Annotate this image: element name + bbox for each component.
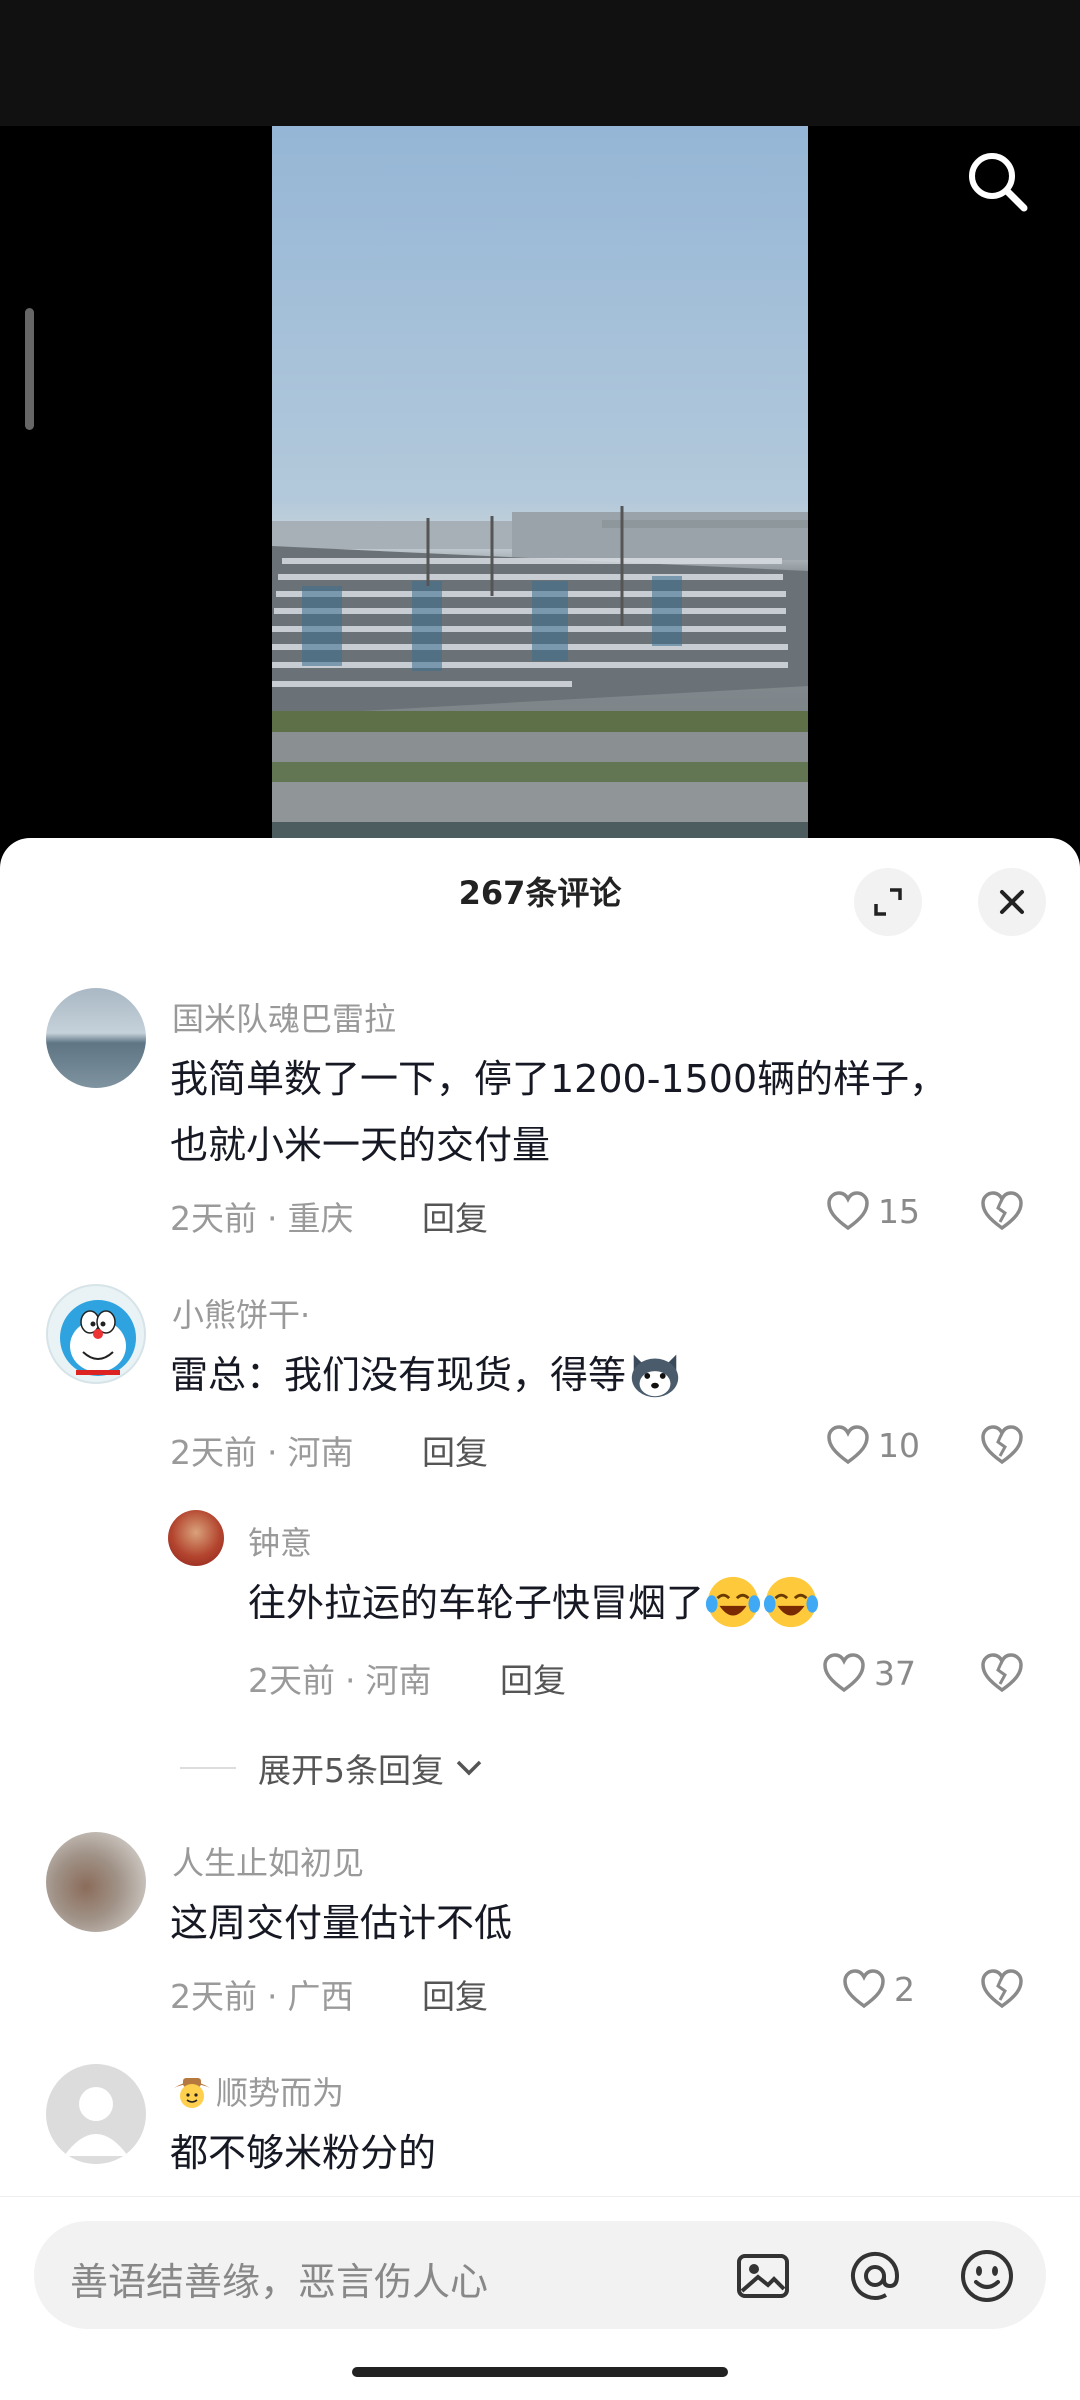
- broken-heart-icon: [981, 1191, 1023, 1231]
- search-button[interactable]: [962, 146, 1032, 216]
- expand-icon: [874, 888, 902, 916]
- like-button[interactable]: 10: [826, 1424, 920, 1466]
- comment-meta: 2天前 · 河南: [170, 1433, 354, 1472]
- chevron-down-icon: [456, 1760, 482, 1776]
- reply-button[interactable]: 回复: [500, 1654, 566, 1702]
- expand-replies-label: 展开5条回复: [258, 1751, 444, 1790]
- comment-text-content: 雷总：我们没有现货，得等: [170, 1353, 627, 1397]
- heart-icon: [843, 1969, 885, 2009]
- comment-location: 广西: [287, 1977, 354, 2016]
- broken-heart-icon: [981, 1653, 1023, 1693]
- comment-meta: 2天前 · 重庆: [170, 1199, 354, 1238]
- parking-lot-image: [272, 506, 808, 846]
- comment-location: 河南: [365, 1661, 432, 1700]
- comment-location: 重庆: [287, 1199, 354, 1238]
- comment-author[interactable]: 国米队魂巴雷拉: [172, 994, 396, 1040]
- comment-author[interactable]: 小熊饼干·: [172, 1290, 310, 1336]
- emoji-button[interactable]: [958, 2247, 1016, 2305]
- comment-text-line: 也就小米一天的交付量: [170, 1123, 551, 1167]
- comment-time: 2天前: [170, 1433, 257, 1472]
- avatar[interactable]: [168, 1510, 224, 1566]
- progress-scrubber[interactable]: [25, 308, 34, 430]
- laughing-crying-emoji-icon: [763, 1576, 819, 1627]
- reply-button[interactable]: 回复: [422, 1970, 488, 2018]
- like-button[interactable]: 15: [826, 1190, 920, 1232]
- heart-icon: [827, 1425, 869, 1465]
- like-count: 2: [894, 1969, 915, 2009]
- like-button[interactable]: 37: [822, 1652, 916, 1694]
- reply-button[interactable]: 回复: [422, 1192, 488, 1240]
- emoji-icon: [961, 2250, 1013, 2302]
- at-icon: [851, 2251, 900, 2300]
- comment-input[interactable]: 善语结善缘，恶言伤人心: [34, 2221, 1046, 2329]
- avatar[interactable]: [46, 1284, 146, 1384]
- avatar[interactable]: [46, 2064, 146, 2164]
- dislike-button[interactable]: [980, 1424, 1024, 1470]
- status-bar: [0, 0, 1080, 126]
- heart-icon: [823, 1653, 865, 1693]
- comment-time: 2天前: [248, 1661, 335, 1700]
- comment-text-content: 往外拉运的车轮子快冒烟了: [248, 1581, 705, 1625]
- reply-button[interactable]: 回复: [422, 1426, 488, 1474]
- image-button[interactable]: [734, 2247, 792, 2305]
- home-indicator[interactable]: [352, 2367, 728, 2377]
- laughing-crying-emoji-icon: [705, 1576, 761, 1627]
- broken-heart-icon: [981, 1969, 1023, 2009]
- comment-input-area: 善语结善缘，恶言伤人心: [0, 2196, 1080, 2400]
- like-count: 15: [878, 1191, 920, 1231]
- video-area[interactable]: [0, 126, 1080, 846]
- expand-replies-button[interactable]: 展开5条回复: [180, 1744, 486, 1792]
- comment-text-line: 我简单数了一下，停了1200-1500辆的样子，: [170, 1057, 948, 1101]
- comment-time: 2天前: [170, 1199, 257, 1238]
- mention-button[interactable]: [846, 2247, 904, 2305]
- search-icon: [969, 153, 1028, 212]
- sheet-header: 267条评论: [0, 838, 1080, 958]
- close-button[interactable]: [978, 868, 1046, 936]
- comment-author[interactable]: 顺势而为: [216, 2068, 344, 2114]
- comment-text: 往外拉运的车轮子快冒烟了: [248, 1570, 820, 1636]
- avatar[interactable]: [46, 1832, 146, 1932]
- default-avatar-icon: [64, 2087, 128, 2156]
- doraemon-avatar-image: [60, 1300, 136, 1376]
- heart-icon: [827, 1191, 869, 1231]
- dislike-button[interactable]: [980, 1968, 1024, 2014]
- broken-heart-icon: [981, 1425, 1023, 1465]
- video-frame[interactable]: [272, 126, 808, 846]
- comment-meta: 2天前 · 广西: [170, 1977, 354, 2016]
- like-count: 37: [874, 1653, 916, 1693]
- comment-author-row: 顺势而为: [172, 2068, 344, 2114]
- comment-text: 这周交付量估计不低: [170, 1901, 513, 1945]
- divider-line: [180, 1767, 236, 1769]
- comment-time: 2天前: [170, 1977, 257, 2016]
- image-icon: [737, 2254, 789, 2298]
- comment-author[interactable]: 人生止如初见: [172, 1838, 364, 1884]
- comment-location: 河南: [287, 1433, 354, 1472]
- comment-text: 雷总：我们没有现货，得等: [170, 1342, 684, 1408]
- comment-meta: 2天前 · 河南: [248, 1661, 432, 1700]
- comment-text: 都不够米粉分的: [170, 2131, 437, 2175]
- comment-author[interactable]: 钟意: [248, 1518, 312, 1564]
- dislike-button[interactable]: [980, 1190, 1024, 1236]
- comment-input-placeholder: 善语结善缘，恶言伤人心: [70, 2260, 489, 2304]
- like-count: 10: [878, 1425, 920, 1465]
- dislike-button[interactable]: [980, 1652, 1024, 1698]
- close-icon: [1000, 890, 1024, 914]
- husky-emoji-icon: [631, 1354, 679, 1397]
- like-button[interactable]: 2: [842, 1968, 915, 2010]
- cowboy-emoji-icon: [174, 2078, 210, 2108]
- avatar[interactable]: [46, 988, 146, 1088]
- expand-button[interactable]: [854, 868, 922, 936]
